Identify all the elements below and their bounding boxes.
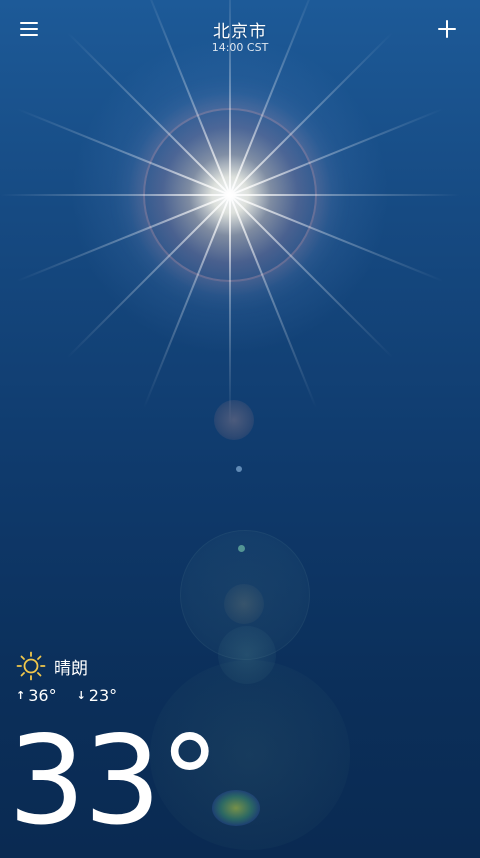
condition-label: 晴朗	[54, 658, 88, 679]
current-temperature: 33°	[8, 710, 220, 852]
current-conditions: 晴朗 ↑ 36° ↓ 23°	[16, 650, 137, 705]
lens-flare	[180, 530, 310, 660]
low-temp-value: 23°	[88, 686, 118, 705]
arrow-down-icon: ↓	[76, 689, 86, 702]
sun-icon	[16, 651, 46, 681]
plus-icon[interactable]	[434, 16, 462, 44]
high-low-row: ↑ 36° ↓ 23°	[16, 686, 137, 705]
weather-screen: 北京市 14:00 CST 晴朗 ↑ 36° ↓ 23° 33°	[0, 0, 480, 858]
lens-flare	[238, 545, 245, 552]
city-title: 北京市	[213, 22, 267, 42]
condition-row: 晴朗	[16, 650, 137, 682]
high-temp-value: 36°	[28, 686, 57, 705]
arrow-up-icon: ↑	[16, 689, 26, 702]
lens-flare	[214, 400, 254, 440]
lens-flare	[218, 626, 276, 684]
high-temp: ↑ 36°	[16, 686, 57, 705]
top-bar: 北京市 14:00 CST	[0, 0, 480, 64]
low-temp: ↓ 23°	[77, 686, 118, 705]
lens-flare	[212, 790, 260, 826]
lens-flare	[236, 466, 242, 472]
lens-flare	[224, 584, 264, 624]
update-time: 14:00 CST	[211, 41, 269, 54]
